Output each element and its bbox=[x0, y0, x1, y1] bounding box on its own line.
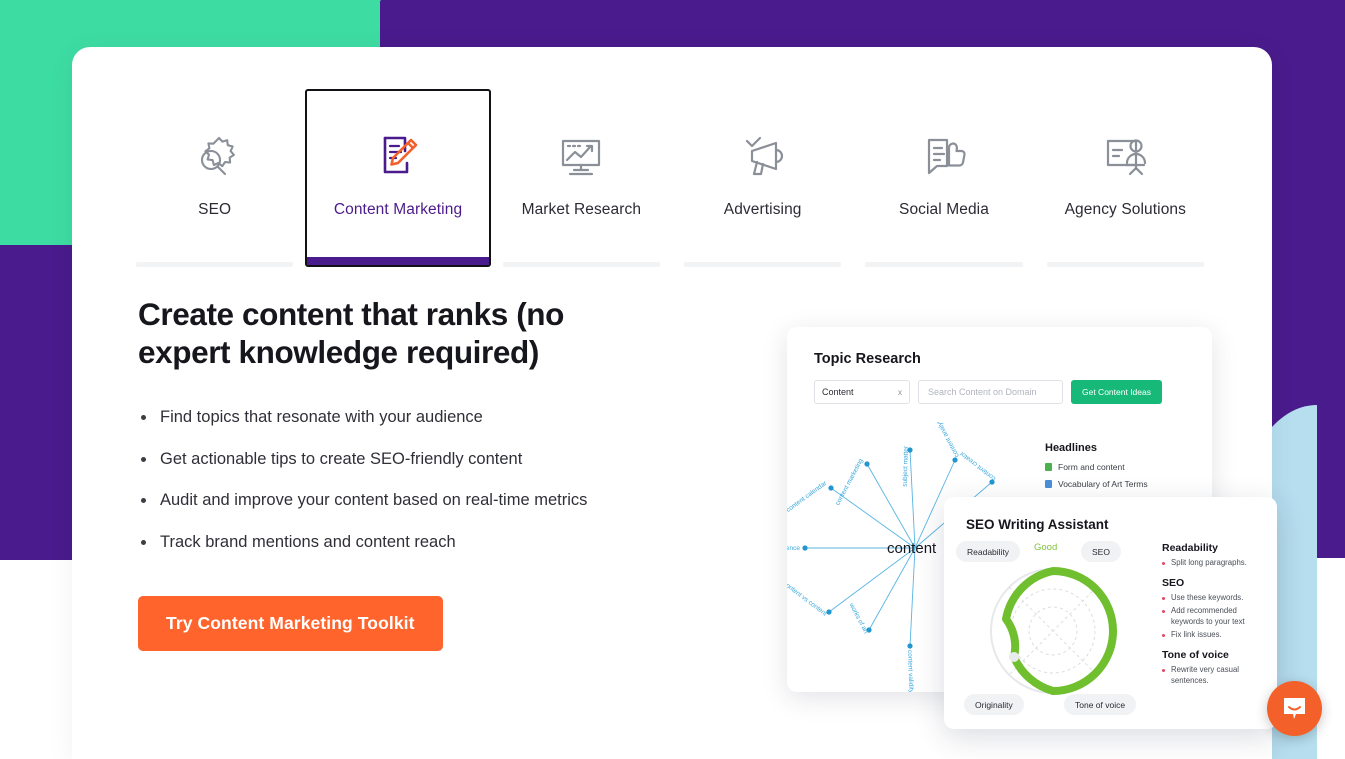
mindmap-label: content vs content bbox=[787, 580, 828, 617]
mindmap-label: subject matter bbox=[902, 445, 910, 487]
get-content-ideas-button[interactable]: Get Content Ideas bbox=[1071, 380, 1162, 404]
try-content-marketing-toolkit-button[interactable]: Try Content Marketing Toolkit bbox=[138, 595, 443, 651]
feature-list: Find topics that resonate with your audi… bbox=[138, 405, 648, 555]
tab-label: Advertising bbox=[723, 201, 802, 218]
tab-seo[interactable]: SEO bbox=[124, 89, 305, 267]
headlines-title: Headlines bbox=[1045, 442, 1097, 454]
tab-underline-active bbox=[307, 257, 489, 265]
mindmap-label: content marketing bbox=[834, 457, 865, 506]
chat-widget-button[interactable] bbox=[1267, 681, 1322, 736]
seo-gear-magnifier-icon bbox=[184, 129, 246, 185]
list-item: Track brand mentions and content reach bbox=[138, 530, 648, 555]
headline-source-icon bbox=[1045, 463, 1052, 471]
mindmap-label: content validity bbox=[906, 650, 915, 692]
tip-item: Use these keywords. bbox=[1162, 593, 1270, 604]
tab-label: Content Marketing bbox=[333, 201, 463, 218]
list-item: Find topics that resonate with your audi… bbox=[138, 405, 648, 430]
topic-research-title: Topic Research bbox=[814, 351, 921, 367]
tab-underline bbox=[136, 262, 294, 267]
headline-source-icon bbox=[1045, 480, 1052, 488]
tip-group-heading: SEO bbox=[1162, 576, 1185, 589]
tab-label: Social Media bbox=[899, 201, 989, 218]
list-item[interactable]: Form and content bbox=[1045, 462, 1148, 472]
thumbs-up-message-icon bbox=[913, 129, 975, 185]
main-content-card: SEO Content Marketing Market Research Ad… bbox=[72, 47, 1277, 759]
list-item: Get actionable tips to create SEO-friend… bbox=[138, 447, 648, 472]
tab-content-marketing[interactable]: Content Marketing bbox=[305, 89, 491, 267]
tab-label: Market Research bbox=[521, 201, 642, 218]
page-title: Create content that ranks (no expert kno… bbox=[138, 296, 564, 371]
chat-bubble-icon bbox=[1284, 698, 1305, 719]
topic-research-search-row: Content x Search Content on Domain Get C… bbox=[814, 380, 1162, 404]
mindmap-label: content calendar bbox=[787, 479, 829, 513]
tab-market-research[interactable]: Market Research bbox=[491, 89, 672, 267]
megaphone-check-icon bbox=[732, 129, 794, 185]
tab-agency-solutions[interactable]: Agency Solutions bbox=[1035, 89, 1216, 267]
product-tabs: SEO Content Marketing Market Research Ad… bbox=[124, 89, 1216, 267]
person-presentation-icon bbox=[1094, 129, 1156, 185]
tab-underline bbox=[502, 262, 660, 267]
mindmap-label: content analysis bbox=[932, 422, 960, 458]
radar-graphic bbox=[990, 567, 1117, 695]
mindmap-label: content in a sentence bbox=[787, 545, 800, 552]
tab-label: Agency Solutions bbox=[1064, 201, 1186, 218]
search-input[interactable]: Search Content on Domain bbox=[918, 380, 1063, 404]
list-item[interactable]: Vocabulary of Art Terms bbox=[1045, 479, 1148, 489]
seo-assistant-title: SEO Writing Assistant bbox=[966, 517, 1109, 532]
seo-score-radar-chart: Readability SEO Originality Tone of voic… bbox=[956, 539, 1151, 719]
seo-writing-assistant-panel: SEO Writing Assistant Readability SEO Or… bbox=[944, 497, 1277, 729]
chip-label: Content bbox=[822, 387, 854, 397]
tab-social-media[interactable]: Social Media bbox=[853, 89, 1034, 267]
tip-item: Rewrite very casual sentences. bbox=[1162, 665, 1270, 687]
tab-label: SEO bbox=[198, 201, 232, 218]
mindmap-label: works of art bbox=[847, 601, 870, 635]
product-screenshot-visual: Topic Research Content x Search Content … bbox=[712, 277, 1277, 757]
content-filter-chip[interactable]: Content x bbox=[814, 380, 910, 404]
tab-advertising[interactable]: Advertising bbox=[672, 89, 853, 267]
mindmap-center-term: content bbox=[887, 540, 937, 557]
tab-underline bbox=[1046, 262, 1204, 267]
headline-text: Vocabulary of Art Terms bbox=[1058, 479, 1148, 489]
tip-item: Fix link issues. bbox=[1162, 630, 1270, 641]
list-item: Audit and improve your content based on … bbox=[138, 488, 648, 513]
headline-text: Form and content bbox=[1058, 462, 1125, 472]
hero-left-column: Create content that ranks (no expert kno… bbox=[138, 295, 648, 651]
content-pencil-document-icon bbox=[367, 129, 429, 185]
mindmap-label: content creator bbox=[958, 449, 997, 482]
tip-item: Split long paragraphs. bbox=[1162, 558, 1270, 569]
monitor-chart-icon bbox=[550, 129, 612, 185]
seo-recommendations-list: Readability Split long paragraphs. SEO U… bbox=[1162, 542, 1270, 689]
tip-group-heading: Tone of voice bbox=[1162, 648, 1229, 661]
purple-bottom-left-block bbox=[0, 520, 72, 560]
tab-underline bbox=[683, 262, 842, 267]
tip-item: Add recommended keywords to your text bbox=[1162, 606, 1270, 628]
tip-group-heading: Readability bbox=[1162, 542, 1219, 554]
close-icon[interactable]: x bbox=[898, 388, 902, 397]
tab-underline bbox=[865, 262, 1023, 267]
